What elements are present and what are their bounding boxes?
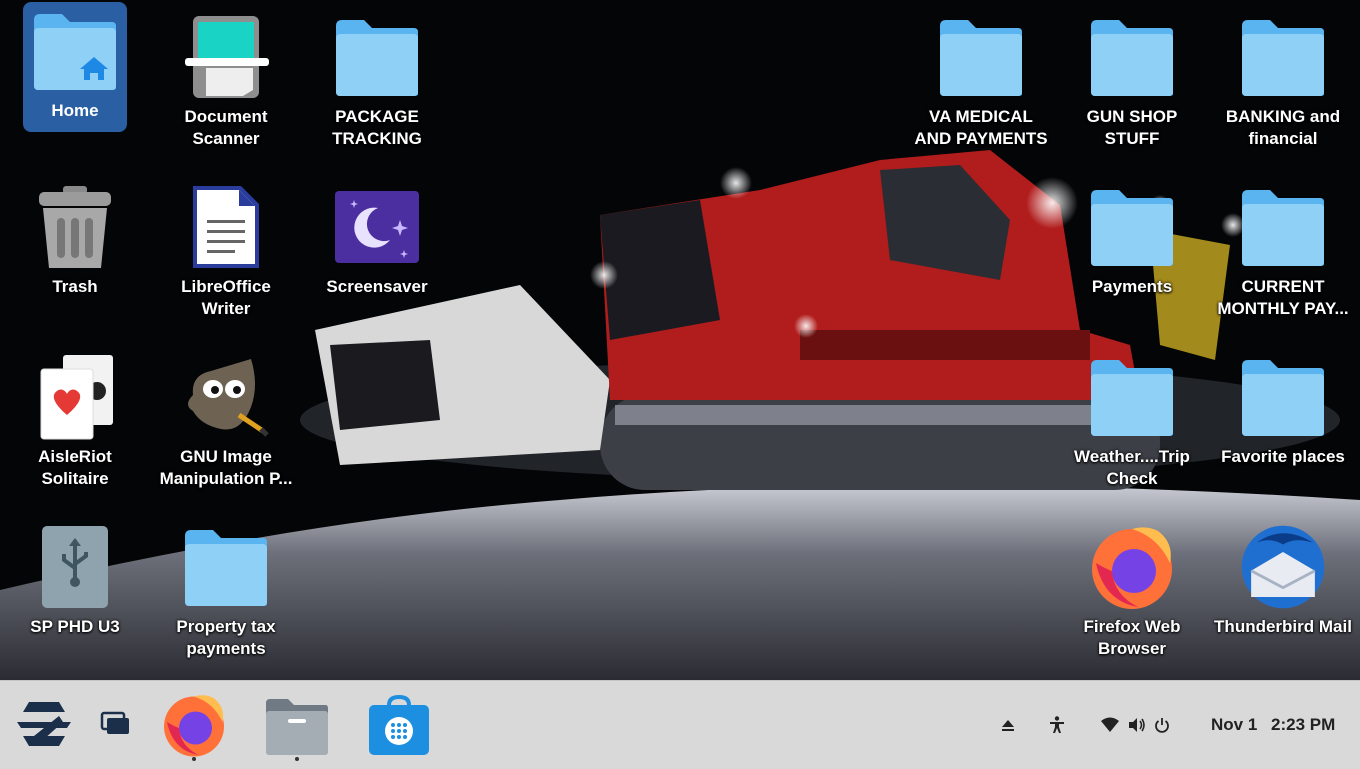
icon-label: LibreOffice Writer [181,277,271,318]
icon-label: Payments [1091,277,1173,296]
windows-overview-icon [100,711,129,734]
folder-icon [332,12,422,102]
folder-icon [936,12,1026,102]
desktop-icon-favorite-places[interactable]: Favorite places [1213,348,1353,508]
running-indicator [192,757,196,761]
scanner-icon [181,12,271,102]
icon-label: PACKAGE TRACKING [332,107,422,148]
icon-label: Document Scanner [184,107,268,148]
taskbar-files[interactable] [262,691,332,761]
desktop-icon-firefox[interactable]: Firefox Web Browser [1062,518,1202,678]
desktop-icon-sp-phd-u3[interactable]: SP PHD U3 [5,518,145,678]
icon-label: Weather....Trip Check [1074,447,1190,488]
icon-label: BANKING and financial [1225,107,1341,148]
playing-cards-icon [30,352,120,442]
desktop-icon-package-tracking[interactable]: PACKAGE TRACKING [307,8,447,168]
gimp-wilber-icon [181,352,271,442]
icon-label: CURRENT MONTHLY PAY... [1217,277,1349,318]
writer-document-icon [181,182,271,272]
icon-label: GNU Image Manipulation P... [159,447,293,488]
icon-label: AisleRiot Solitaire [38,447,112,488]
desktop-icon-screensaver[interactable]: Screensaver [307,178,447,338]
desktop-icon-home[interactable]: Home [23,2,127,132]
folder-icon [1238,12,1328,102]
trash-icon [30,182,120,272]
icon-label: SP PHD U3 [30,617,120,636]
icon-label: Favorite places [1221,447,1345,466]
clock-time[interactable]: 2:23 PM [1271,715,1335,735]
icon-label: Home [51,101,99,120]
folder-icon [1238,182,1328,272]
icon-label: VA MEDICAL AND PAYMENTS [914,107,1048,148]
desktop-icon-libreoffice-writer[interactable]: LibreOffice Writer [156,178,296,338]
icon-label: Property tax payments [176,617,276,658]
folder-icon [181,522,271,612]
desktop-icon-property-tax[interactable]: Property tax payments [156,518,296,678]
firefox-icon [1087,522,1177,612]
clock-date[interactable]: Nov 1 [1211,715,1257,735]
zorin-menu-button[interactable] [14,699,74,749]
home-folder-icon [30,6,120,96]
running-indicator [295,757,299,761]
icon-label: Trash [52,277,98,296]
folder-icon [1087,12,1177,102]
icon-label: Thunderbird Mail [1214,617,1352,636]
moon-stars-icon [332,182,422,272]
thunderbird-icon [1238,522,1328,612]
eject-button[interactable] [998,715,1018,735]
folder-icon [1238,352,1328,442]
desktop-icon-payments[interactable]: Payments [1062,178,1202,338]
folder-icon [1087,182,1177,272]
zorin-logo-icon [17,702,71,746]
desktop-icon-gun-shop[interactable]: GUN SHOP STUFF [1062,8,1202,168]
firefox-icon [164,695,224,757]
taskbar: Nov 1 2:23 PM [0,680,1360,769]
accessibility-icon [1050,716,1064,733]
taskbar-software[interactable] [364,691,434,761]
volume-icon [1129,718,1145,732]
eject-icon [1002,720,1014,731]
desktop-icon-va-medical[interactable]: VA MEDICAL AND PAYMENTS [911,8,1051,168]
power-icon [1155,718,1169,733]
desktop-icon-thunderbird[interactable]: Thunderbird Mail [1213,518,1353,678]
taskbar-firefox[interactable] [158,689,230,761]
usb-drive-icon [30,522,120,612]
desktop-icon-banking[interactable]: BANKING and financial [1213,8,1353,168]
folder-icon [1087,352,1177,442]
files-icon [266,699,328,755]
icon-label: Screensaver [326,277,428,296]
workspaces-button[interactable] [98,709,134,739]
desktop-icon-gimp[interactable]: GNU Image Manipulation P... [156,348,296,508]
software-store-icon [369,695,429,755]
icon-label: Firefox Web Browser [1083,617,1181,658]
desktop-icon-aisleriot[interactable]: AisleRiot Solitaire [5,348,145,508]
desktop-icon-current-monthly[interactable]: CURRENT MONTHLY PAY... [1213,178,1353,338]
desktop-icon-document-scanner[interactable]: Document Scanner [156,8,296,168]
desktop-icon-weather[interactable]: Weather....Trip Check [1062,348,1202,508]
desktop-icon-trash[interactable]: Trash [5,178,145,338]
icon-label: GUN SHOP STUFF [1086,107,1178,148]
wifi-icon [1101,717,1119,732]
accessibility-button[interactable] [1047,714,1067,736]
system-menu-button[interactable] [1094,713,1176,737]
